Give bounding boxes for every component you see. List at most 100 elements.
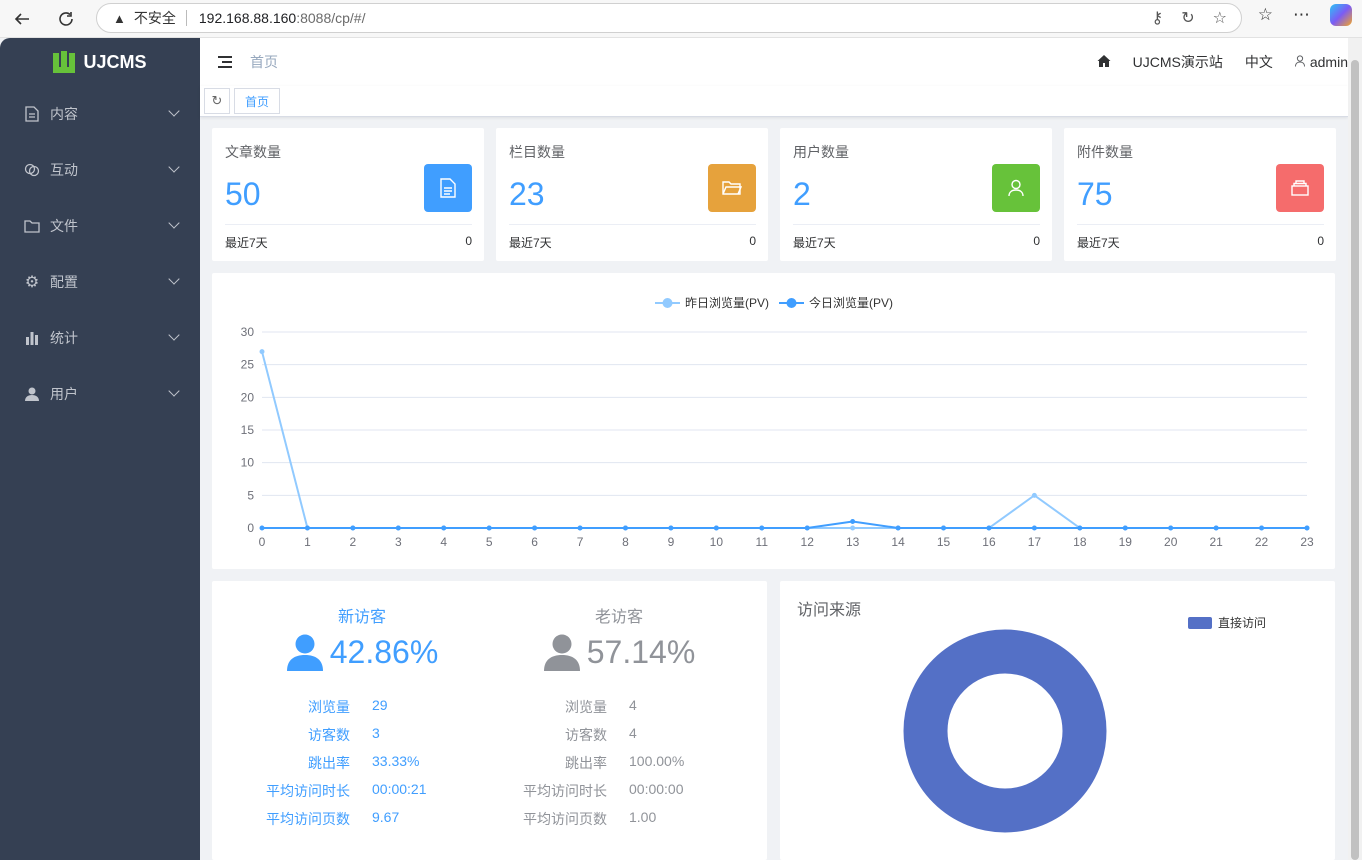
data-point (350, 525, 356, 531)
legend-label: 昨日浏览量(PV) (685, 295, 769, 310)
data-point (1077, 525, 1083, 531)
stat-val: 1.00 (629, 809, 657, 825)
stat-key: 平均访问页数 (523, 811, 607, 827)
sidebar-item-files[interactable]: 文件 (0, 198, 200, 254)
donut-slice-direct[interactable] (903, 629, 1107, 833)
pageview-line-chart: 0510152025300 1 2 3 4 5 6 7 8 9 10 11 12 13 14 15 16 17 18… (241, 295, 1314, 549)
stat-row: 平均访问页数 9.67 (232, 809, 492, 837)
more-icon[interactable]: ⋯ (1293, 5, 1310, 25)
y-tick-label: 30 (241, 325, 255, 339)
stat-card-articles: 文章数量 50 最近7天 0 (212, 128, 484, 261)
data-point (713, 525, 719, 531)
stat-key: 访客数 (565, 727, 607, 743)
stat-divider (509, 224, 756, 225)
logo[interactable]: UJCMS (0, 38, 200, 86)
sidebar-item-label: 统计 (50, 330, 78, 346)
data-point (941, 525, 947, 531)
data-point (304, 525, 310, 531)
stat-key: 跳出率 (565, 755, 607, 771)
x-tick-label: 0 (259, 535, 266, 549)
chevron-down-icon (168, 329, 180, 341)
x-tick-label: 9 (668, 535, 675, 549)
sidebar-item-label: 内容 (50, 106, 78, 122)
data-point (1259, 525, 1265, 531)
copilot-icon[interactable] (1330, 4, 1352, 26)
stat-val: 4 (629, 725, 637, 741)
data-point (850, 525, 856, 531)
warning-icon[interactable]: ▲ (113, 11, 126, 26)
stat-key: 访客数 (308, 727, 350, 743)
legend-label: 今日浏览量(PV) (809, 295, 893, 310)
data-point (1304, 525, 1310, 531)
home-icon[interactable] (1097, 54, 1111, 71)
x-tick-label: 7 (577, 535, 584, 549)
back-icon[interactable] (6, 3, 38, 35)
stat-row: 浏览量 29 (232, 697, 492, 725)
stat-card-attachments: 附件数量 75 最近7天 0 (1064, 128, 1336, 261)
key-icon[interactable]: ⚷ (1152, 8, 1164, 28)
sidebar-item-statistics[interactable]: 统计 (0, 310, 200, 366)
x-tick-label: 19 (1119, 535, 1133, 549)
y-tick-label: 5 (247, 488, 254, 502)
stat-val: 00:00:00 (629, 781, 684, 797)
page-scrollbar[interactable] (1348, 38, 1362, 860)
document-icon (424, 164, 472, 212)
folder-icon (708, 164, 756, 212)
data-point (486, 525, 492, 531)
scrollbar-thumb[interactable] (1351, 60, 1359, 860)
data-point (895, 525, 901, 531)
legend-marker (786, 298, 797, 308)
attachment-icon (1276, 164, 1324, 212)
stat-divider (1077, 224, 1324, 225)
sidebar-item-interaction[interactable]: 互动 (0, 142, 200, 198)
x-tick-label: 6 (531, 535, 538, 549)
favorites-icon[interactable]: ☆ (1258, 5, 1273, 25)
stat-val: 00:00:21 (372, 781, 427, 797)
sidebar-item-content[interactable]: 内容 (0, 86, 200, 142)
sidebar-item-config[interactable]: ⚙ 配置 (0, 254, 200, 310)
favorite-star-icon[interactable]: ☆ (1213, 8, 1227, 28)
old-visitor-percent: 57.14% (586, 633, 696, 670)
sidebar-item-label: 配置 (50, 274, 78, 290)
x-tick-label: 17 (1028, 535, 1042, 549)
language-selector[interactable]: 中文 (1245, 52, 1273, 72)
address-bar[interactable]: ▲ 不安全 192.168.88.160:8088/cp/#/ ⚷ ↻ ☆ (96, 3, 1242, 33)
data-point (441, 525, 447, 531)
data-point (259, 349, 265, 355)
refresh-icon[interactable]: ↻ (204, 88, 230, 114)
data-point (577, 525, 583, 531)
url-path[interactable]: :8088/cp/#/ (296, 10, 365, 26)
data-point (395, 525, 401, 531)
insecure-label[interactable]: 不安全 (134, 8, 176, 28)
user-menu[interactable]: admin (1294, 54, 1348, 70)
data-point (986, 525, 992, 531)
logo-mark-icon (53, 51, 76, 73)
stat-row: 访客数 4 (489, 725, 749, 753)
stat-footer-label: 最近7天 (1077, 236, 1120, 250)
translate-icon[interactable]: ↻ (1181, 8, 1194, 28)
x-tick-label: 2 (350, 535, 357, 549)
stat-key: 跳出率 (308, 755, 350, 771)
source-title: 访问来源 (797, 602, 862, 619)
folder-icon (24, 218, 40, 234)
x-tick-label: 22 (1255, 535, 1269, 549)
sidebar-item-users[interactable]: 用户 (0, 366, 200, 422)
pageview-chart-card: 0 5 10 15 20 25 30 0 1 2 3 4 5 6 7 8 9 10 11 12 13 14 15 16 17 18… (212, 273, 1335, 569)
x-tick-label: 16 (982, 535, 996, 549)
url-host[interactable]: 192.168.88.160 (199, 10, 296, 26)
menu-toggle-icon[interactable] (218, 56, 232, 68)
reload-icon[interactable] (50, 3, 82, 35)
data-point (804, 525, 810, 531)
legend-label: 直接访问 (1218, 616, 1267, 630)
tab-home[interactable]: 首页 (234, 88, 281, 114)
top-header: 首页 UJCMS演示站 中文 admin (200, 38, 1348, 86)
site-name-link[interactable]: UJCMS演示站 (1133, 52, 1223, 72)
y-tick-label: 15 (241, 423, 255, 437)
stat-divider (225, 224, 472, 225)
legend-swatch (1188, 616, 1212, 629)
chat-icon (24, 162, 40, 178)
stat-key: 浏览量 (308, 699, 350, 715)
new-visitor-title: 新访客 (337, 609, 386, 626)
source-legend[interactable]: 直接访问 (1188, 614, 1266, 631)
stat-title: 附件数量 (1077, 144, 1133, 160)
